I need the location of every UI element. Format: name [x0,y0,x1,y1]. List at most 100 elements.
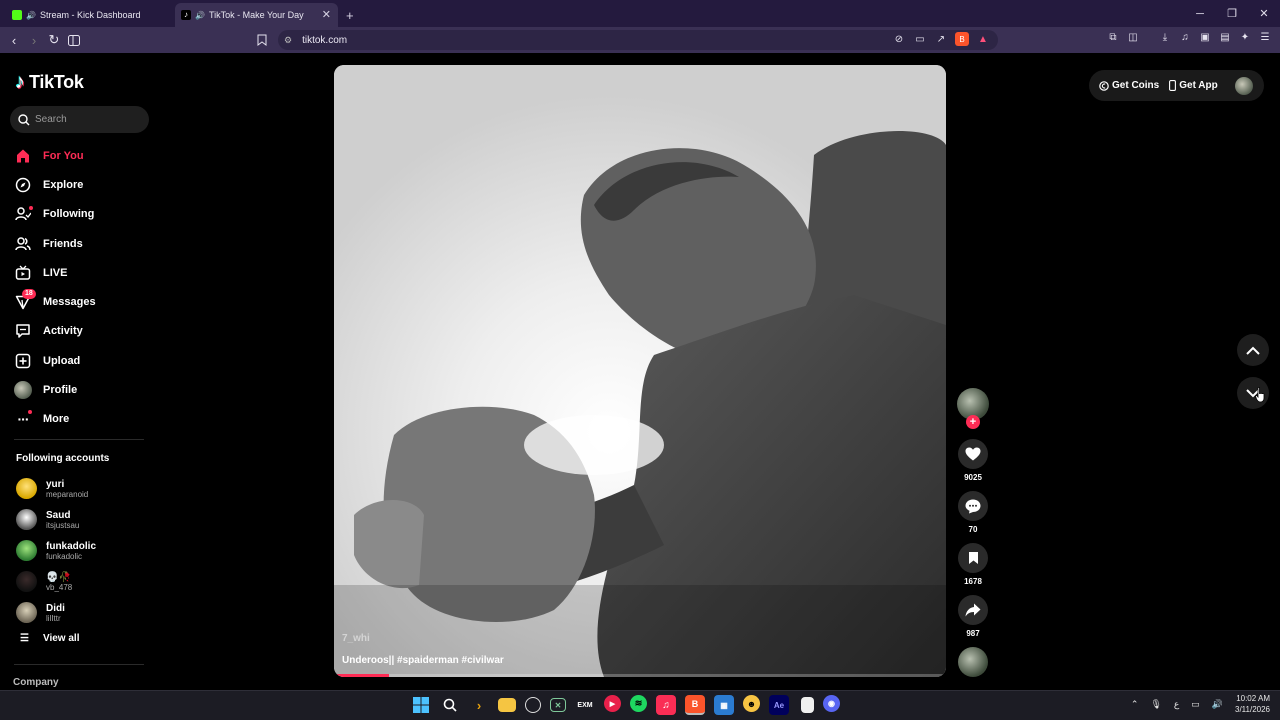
tab-kick-dashboard[interactable]: 🔊 Stream - Kick Dashboard [6,3,169,27]
avatar[interactable] [1235,76,1253,95]
xbox-icon[interactable]: ✕ [550,698,566,712]
sidebar-item-friends[interactable]: Friends [14,229,154,258]
side-panel-icon[interactable]: ▣ [1198,30,1212,44]
screenshot-icon[interactable]: ◫ [1126,30,1140,44]
music-icon[interactable]: ♫ [1178,30,1192,44]
clock[interactable]: 10:02 AM 3/11/2026 [1235,693,1270,715]
menu-icon[interactable]: ☰ [1258,30,1272,44]
get-app-button[interactable]: Get App [1169,80,1218,91]
company-link[interactable]: Company [13,677,59,688]
avatar [14,381,32,400]
comment-button[interactable] [958,491,988,521]
sidebar-item-following[interactable]: Following [14,200,154,229]
video-caption: Underoos|| #spaiderman #civilwar [342,655,504,666]
toolbar-actions: ⧉ ◫ ⤓ ♫ ▣ ▤ ✦ ☰ [1106,30,1272,44]
following-account[interactable]: yuri meparanoid [16,473,156,504]
brave-shields-icon[interactable]: B [955,32,969,46]
bookmark-icon [968,552,978,564]
tray-overflow-icon[interactable]: ⌃ [1131,699,1139,710]
discord-icon[interactable]: ◉ [823,695,840,712]
language-icon[interactable]: ع [1174,699,1179,710]
like-button[interactable] [958,439,988,469]
share-button[interactable] [958,595,988,625]
address-bar[interactable]: ⚙ tiktok.com ⊘ ▭ ↗ B ▲ [278,30,998,50]
speaker-icon: 🔊 [26,10,36,20]
file-explorer-icon[interactable] [498,698,516,712]
volume-icon[interactable]: 🔊 [1212,699,1223,710]
forward-icon[interactable]: › [24,30,44,50]
spotify-icon[interactable]: ≋ [630,695,647,712]
after-effects-icon[interactable]: Ae [769,695,789,715]
wallet-icon[interactable]: ▤ [1218,30,1232,44]
sound-avatar[interactable] [958,647,988,677]
video-author[interactable]: 7_whi [342,633,370,644]
tiktok-note-icon: ♪ [15,71,25,93]
network-icon[interactable]: ▭ [1191,699,1200,710]
follow-plus-icon[interactable]: + [966,415,980,429]
emoji-app-icon[interactable]: ☻ [743,695,760,712]
windows-start-icon[interactable] [411,695,431,715]
sidebar-item-live[interactable]: LIVE [14,258,154,287]
sidebar-item-more[interactable]: ··· More [14,405,154,434]
save-button[interactable] [958,543,988,573]
sidebar-item-upload[interactable]: Upload [14,346,154,375]
steam-icon[interactable] [525,697,541,713]
share-icon[interactable]: ↗ [934,32,948,46]
video-progress-bar[interactable] [334,674,946,677]
view-all-link[interactable]: ☰ View all [20,633,79,644]
notepad-icon[interactable] [801,697,814,713]
media-player-icon[interactable]: ▶ [604,695,621,712]
sidebar-item-label: Activity [43,325,83,338]
avatar [16,509,37,530]
sidebar-item-messages[interactable]: 18 Messages [14,287,154,316]
coin-icon [1099,80,1109,91]
restore-icon[interactable]: ❐ [1216,0,1248,27]
cast-icon[interactable]: ▭ [913,32,927,46]
tab-title: TikTok - Make Your Day [208,10,304,20]
site-info-icon[interactable]: ⚙ [284,35,292,46]
reload-icon[interactable]: ↻ [44,30,64,50]
extensions-icon[interactable]: ⧉ [1106,30,1120,44]
following-account[interactable]: 💀🥀 vb_478 [16,566,156,597]
close-tab-icon[interactable]: ✕ [322,8,331,21]
minimize-icon[interactable]: ─ [1184,0,1216,27]
action-rail: + 9025 70 1678 987 [956,388,990,677]
search-input[interactable] [35,114,135,125]
sidebar-item-for-you[interactable]: For You [14,141,154,170]
sidebar-item-activity[interactable]: Activity [14,317,154,346]
exm-icon[interactable]: EXM [575,695,595,715]
sidebar: ♪ TikTok For You Explore [0,53,160,690]
leo-ai-icon[interactable]: ✦ [1238,30,1252,44]
plex-icon[interactable]: › [469,695,489,715]
apple-music-icon[interactable]: ♫ [656,695,676,715]
back-icon[interactable]: ‹ [4,30,24,50]
microphone-icon[interactable]: 🎙 [1150,699,1161,710]
tiktok-favicon-icon: ♪ [181,10,191,20]
following-account[interactable]: Didi lilIttr [16,597,156,628]
no-media-icon[interactable]: ⊘ [892,32,906,46]
brave-rewards-icon[interactable]: ▲ [976,32,990,46]
tiktok-logo[interactable]: ♪ TikTok [15,71,84,94]
sidebar-item-profile[interactable]: Profile [14,375,154,404]
window-controls: ─ ❐ ✕ [1184,0,1280,27]
video-player[interactable]: 7_whi Underoos|| #spaiderman #civilwar [334,65,946,677]
download-icon[interactable]: ⤓ [1158,30,1172,44]
new-tab-button[interactable]: + [346,3,354,27]
tab-tiktok[interactable]: ♪ 🔊 TikTok - Make Your Day ✕ [175,3,338,27]
close-window-icon[interactable]: ✕ [1248,0,1280,27]
following-account[interactable]: Saud itsjustsau [16,504,156,535]
creator-avatar[interactable]: + [957,388,989,429]
remote-desktop-icon[interactable]: ▦ [714,695,734,715]
previous-video-button[interactable] [1237,334,1269,366]
search-icon[interactable] [440,695,460,715]
live-icon [14,264,32,282]
browser-toolbar: ‹ › ↻ ⚙ tiktok.com ⊘ ▭ ↗ B ▲ ⧉ ◫ ⤓ ♫ ▣ ▤ [0,27,1280,53]
bookmark-icon[interactable] [252,30,272,50]
sidebar-item-explore[interactable]: Explore [14,170,154,199]
sidebar-toggle-icon[interactable] [64,30,84,50]
sidebar-item-label: Following [43,208,95,221]
get-coins-button[interactable]: Get Coins [1099,80,1159,91]
brave-browser-icon[interactable]: B [685,695,705,715]
following-account[interactable]: funkadolic funkadolic [16,535,156,566]
search-box[interactable] [10,106,149,133]
